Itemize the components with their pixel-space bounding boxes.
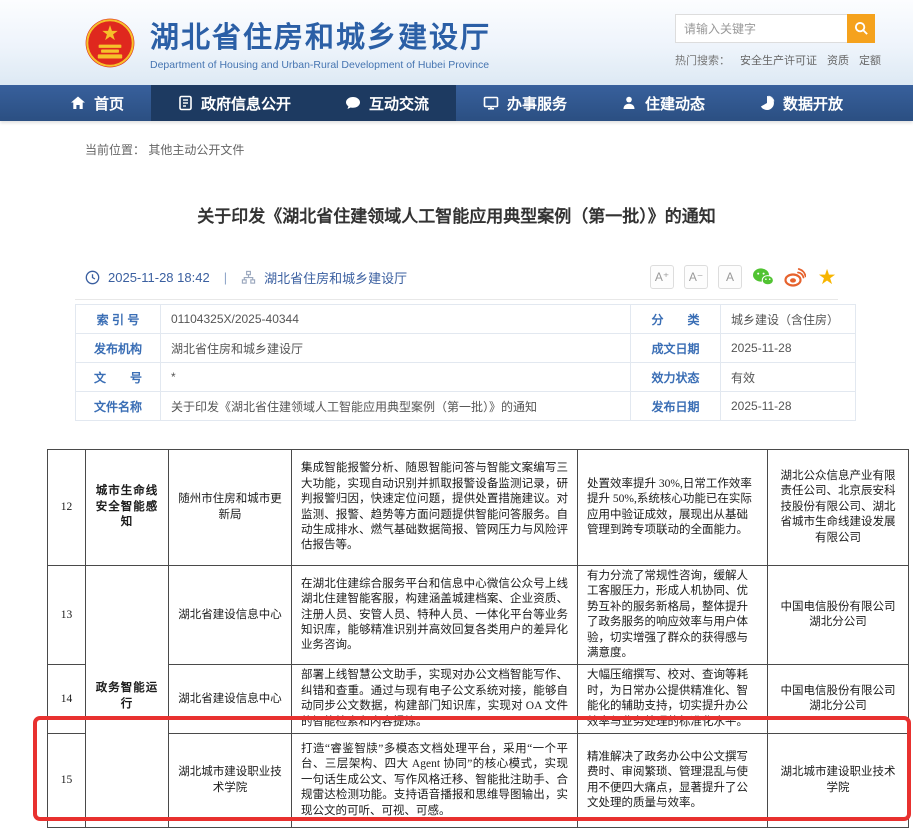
weibo-share-button[interactable] xyxy=(784,266,806,288)
chat-bubble-icon xyxy=(345,95,361,111)
nav-item-home[interactable]: 首页 xyxy=(43,85,151,121)
doc-info-value: 关于印发《湖北省住建领域人工智能应用典型案例（第一批）》的通知 xyxy=(161,392,631,421)
site-header: 湖北省住房和城乡建设厅 Department of Housing and Ur… xyxy=(0,0,913,85)
person-icon xyxy=(621,95,637,111)
pie-chart-icon xyxy=(759,95,775,111)
doc-info-value: 有效 xyxy=(721,363,856,392)
search-icon xyxy=(854,21,869,36)
nav-label: 互动交流 xyxy=(369,93,429,114)
case-number: 14 xyxy=(48,665,86,734)
home-icon xyxy=(70,95,86,111)
case-description: 部署上线智慧公文助手，实现对办公文档智能写作、纠错和查重。通过与现有电子公文系统… xyxy=(292,665,578,734)
document-info-table: 索 引 号 01104325X/2025-40344 分 类 城乡建设（含住房）… xyxy=(75,304,856,421)
main-nav: 首页 政府信息公开 互动交流 办事服务 住建动态 xyxy=(0,85,913,121)
nav-item-services[interactable]: 办事服务 xyxy=(456,85,594,121)
search-input[interactable] xyxy=(675,14,847,43)
case-description: 在湖北住建综合服务平台和信息中心微信公众号上线湖北住建智能客服，构建涵盖城建档案… xyxy=(292,566,578,665)
doc-info-label: 发布机构 xyxy=(76,334,161,363)
case-description: 集成智能报警分析、随恩智能问答与智能文案编写三大功能，实现自动识别并抓取报警设备… xyxy=(292,450,578,566)
case-company: 中国电信股份有限公司湖北分公司 xyxy=(768,566,909,665)
nav-item-news[interactable]: 住建动态 xyxy=(594,85,732,121)
cases-table-wrap: 12 城市生命线安全智能感知 随州市住房和城市更新局 集成智能报警分析、随恩智能… xyxy=(47,449,908,828)
case-number: 13 xyxy=(48,566,86,665)
national-emblem-logo xyxy=(84,17,136,69)
case-company: 湖北城市建设职业技术学院 xyxy=(768,734,909,828)
wechat-icon xyxy=(752,267,774,287)
font-larger-button[interactable]: A⁺ xyxy=(650,265,674,289)
nav-label: 办事服务 xyxy=(507,93,567,114)
case-category: 政务智能运行 xyxy=(86,566,169,828)
publish-datetime: 2025-11-28 18:42 xyxy=(108,270,210,285)
case-company: 湖北公众信息产业有限责任公司、北京辰安科技股份有限公司、湖北省城市生命线建设发展… xyxy=(768,450,909,566)
nav-label: 政府信息公开 xyxy=(201,93,291,114)
table-row: 13 政务智能运行 湖北省建设信息中心 在湖北住建综合服务平台和信息中心微信公众… xyxy=(48,566,909,665)
case-number: 12 xyxy=(48,450,86,566)
font-smaller-button[interactable]: A⁻ xyxy=(684,265,708,289)
org-sitemap-icon xyxy=(241,270,256,285)
breadcrumb-label: 当前位置： xyxy=(85,143,145,157)
table-row: 14 湖北省建设信息中心 部署上线智慧公文助手，实现对办公文档智能写作、纠错和查… xyxy=(48,665,909,734)
breadcrumb-current[interactable]: 其他主动公开文件 xyxy=(148,143,244,157)
hot-search-link[interactable]: 定额 xyxy=(859,52,881,68)
case-org: 随州市住房和城市更新局 xyxy=(169,450,292,566)
case-org: 湖北省建设信息中心 xyxy=(169,566,292,665)
site-subtitle: Department of Housing and Urban-Rural De… xyxy=(150,59,491,71)
doc-info-label: 分 类 xyxy=(631,305,721,334)
hot-search-link[interactable]: 资质 xyxy=(827,52,849,68)
case-category: 城市生命线安全智能感知 xyxy=(86,450,169,566)
search-button[interactable] xyxy=(847,14,875,43)
doc-info-label: 发布日期 xyxy=(631,392,721,421)
clock-icon xyxy=(85,270,100,285)
nav-item-interaction[interactable]: 互动交流 xyxy=(318,85,456,121)
weibo-icon xyxy=(784,267,806,287)
doc-info-label: 索 引 号 xyxy=(76,305,161,334)
search-area: 热门搜索： 安全生产许可证 资质 定额 xyxy=(675,14,875,68)
case-number: 15 xyxy=(48,734,86,828)
favorite-star-button[interactable]: ★ xyxy=(816,266,838,288)
article-meta: 2025-11-28 18:42 | 湖北省住房和城乡建设厅 A⁺ A⁻ A xyxy=(75,263,838,291)
site-title: 湖北省住房和城乡建设厅 xyxy=(150,14,491,56)
table-row-highlighted: 15 湖北城市建设职业技术学院 打造“睿鉴智牍”多模态文档处理平台，采用“一个平… xyxy=(48,734,909,828)
nav-item-open-data[interactable]: 数据开放 xyxy=(732,85,870,121)
case-effect: 精准解决了政务办公中公文撰写费时、审阅繁琐、管理混乱与使用不便四大痛点，显著提升… xyxy=(578,734,768,828)
table-row: 12 城市生命线安全智能感知 随州市住房和城市更新局 集成智能报警分析、随恩智能… xyxy=(48,450,909,566)
nav-label: 数据开放 xyxy=(783,93,843,114)
hot-search-label: 热门搜索： xyxy=(675,52,730,68)
doc-info-label: 效力状态 xyxy=(631,363,721,392)
nav-item-gov-info[interactable]: 政府信息公开 xyxy=(151,85,318,121)
page-title: 关于印发《湖北省住建领域人工智能应用典型案例（第一批）》的通知 xyxy=(0,202,913,227)
nav-label: 住建动态 xyxy=(645,93,705,114)
doc-info-label: 文 号 xyxy=(76,363,161,392)
doc-info-value: * xyxy=(161,363,631,392)
meta-separator: | xyxy=(224,270,227,285)
doc-info-value: 2025-11-28 xyxy=(721,334,856,363)
doc-info-label: 文件名称 xyxy=(76,392,161,421)
case-effect: 大幅压缩撰写、校对、查询等耗时，为日常办公提供精准化、智能化的辅助支持，切实提升… xyxy=(578,665,768,734)
case-org: 湖北省建设信息中心 xyxy=(169,665,292,734)
document-icon xyxy=(178,95,193,111)
font-reset-button[interactable]: A xyxy=(718,265,742,289)
case-description: 打造“睿鉴智牍”多模态文档处理平台，采用“一个平台、三层架构、四大 Agent … xyxy=(292,734,578,828)
doc-info-value: 湖北省住房和城乡建设厅 xyxy=(161,334,631,363)
nav-label: 首页 xyxy=(94,93,124,114)
doc-info-label: 成文日期 xyxy=(631,334,721,363)
case-company: 中国电信股份有限公司湖北分公司 xyxy=(768,665,909,734)
divider xyxy=(75,299,838,300)
breadcrumb: 当前位置： 其他主动公开文件 xyxy=(85,141,913,158)
star-icon: ★ xyxy=(818,267,837,288)
wechat-share-button[interactable] xyxy=(752,266,774,288)
case-effect: 有力分流了常规性咨询，缓解人工客服压力，形成人机协同、优势互补的服务新格局，整体… xyxy=(578,566,768,665)
monitor-icon xyxy=(483,95,499,111)
doc-info-value: 01104325X/2025-40344 xyxy=(161,305,631,334)
doc-info-value: 城乡建设（含住房） xyxy=(721,305,856,334)
doc-info-value: 2025-11-28 xyxy=(721,392,856,421)
hot-search-link[interactable]: 安全生产许可证 xyxy=(740,52,817,68)
case-effect: 处置效率提升 30%,日常工作效率提升 50%,系统核心功能已在实际应用中验证成… xyxy=(578,450,768,566)
ai-cases-table: 12 城市生命线安全智能感知 随州市住房和城市更新局 集成智能报警分析、随恩智能… xyxy=(47,449,909,828)
article-source: 湖北省住房和城乡建设厅 xyxy=(264,268,407,287)
case-org: 湖北城市建设职业技术学院 xyxy=(169,734,292,828)
